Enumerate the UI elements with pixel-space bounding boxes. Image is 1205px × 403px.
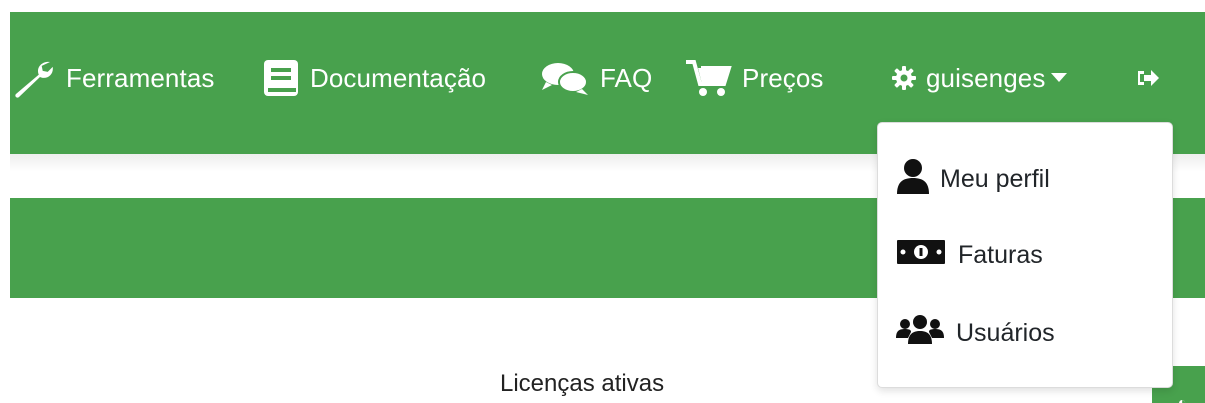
nav-faq[interactable]: FAQ	[540, 58, 652, 98]
cart-icon	[684, 58, 732, 98]
nav-label: Preços	[742, 62, 824, 93]
users-icon	[896, 314, 944, 353]
user-icon	[896, 158, 930, 201]
nav-label: FAQ	[600, 62, 653, 93]
nav-precos[interactable]: Preços	[684, 58, 824, 98]
dropdown-label: Faturas	[958, 240, 1043, 269]
nav-label: Documentação	[310, 62, 487, 93]
dropdown-item-usuarios[interactable]: Usuários	[896, 313, 1055, 353]
sign-out-icon	[1136, 67, 1160, 89]
dropdown-label: Meu perfil	[940, 164, 1050, 193]
user-dropdown-menu: Meu perfil Faturas Usuários	[877, 122, 1173, 388]
nav-documentacao[interactable]: Documentação	[262, 58, 486, 98]
section-title: Licenças ativas	[500, 370, 665, 397]
comments-icon	[540, 58, 590, 98]
nav-user-dropdown[interactable]: guisenges	[892, 58, 1068, 98]
nav-ferramentas[interactable]: Ferramentas	[10, 58, 214, 98]
dropdown-item-faturas[interactable]: Faturas	[896, 235, 1043, 275]
dropdown-label: Usuários	[956, 318, 1055, 347]
user-name: guisenges	[926, 62, 1046, 93]
side-tab-icon: ◐	[1178, 394, 1187, 403]
logout-button[interactable]	[1136, 58, 1160, 98]
caret-down-icon	[1051, 73, 1068, 83]
book-icon	[262, 58, 300, 98]
nav-label: Ferramentas	[66, 62, 215, 93]
gear-icon	[892, 66, 916, 90]
dropdown-item-meu-perfil[interactable]: Meu perfil	[896, 158, 1050, 201]
wrench-icon	[10, 58, 56, 98]
money-bill-icon	[896, 238, 946, 273]
